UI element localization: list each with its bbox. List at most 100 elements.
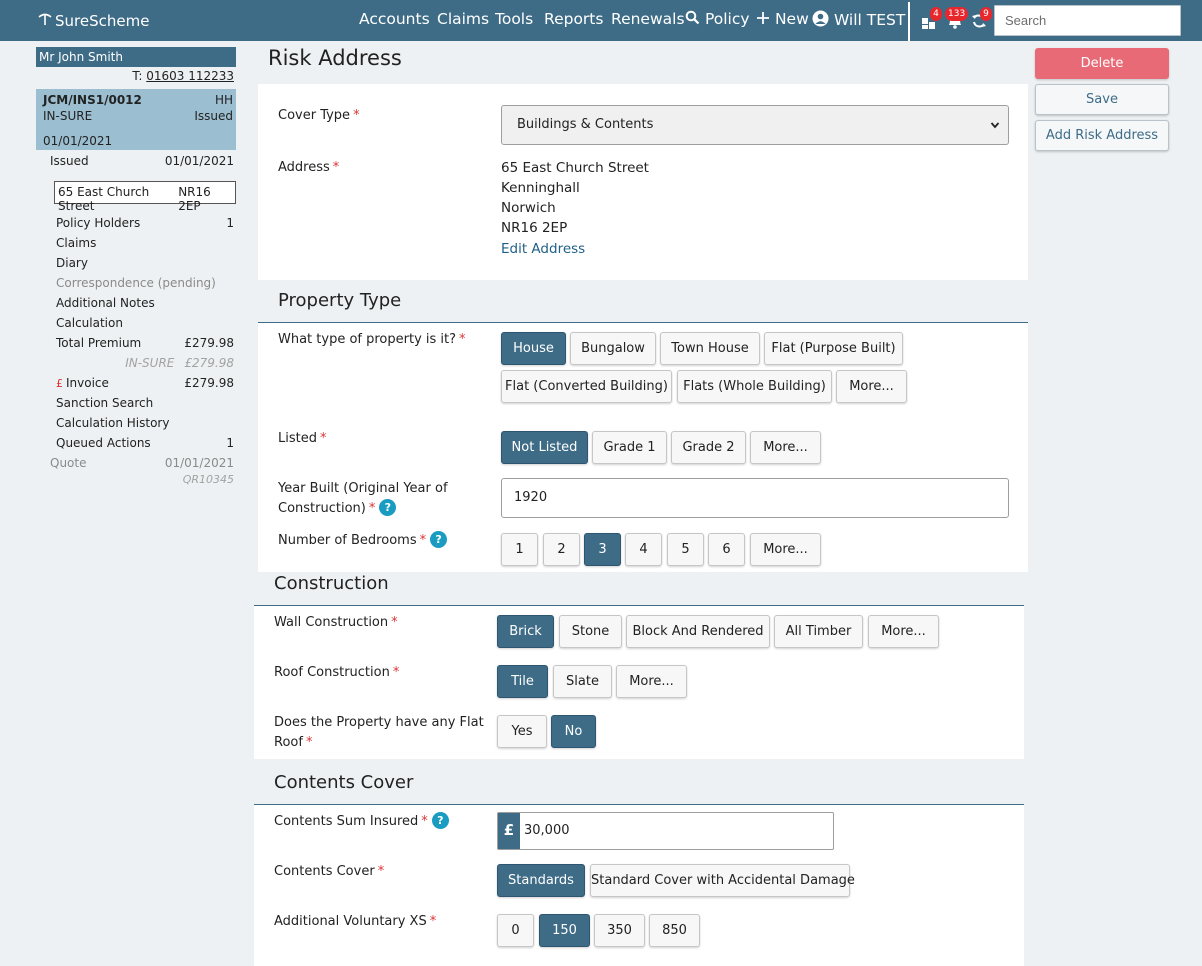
- sidebar-item-sanction-search[interactable]: Sanction Search: [56, 396, 234, 410]
- roof-slate-button[interactable]: Slate: [553, 665, 612, 698]
- nav-claims[interactable]: Claims: [437, 10, 489, 28]
- brand[interactable]: SureScheme: [38, 12, 149, 30]
- bedrooms-6-button[interactable]: 6: [708, 533, 745, 566]
- policy-insurer: IN-SURE: [43, 109, 93, 123]
- sidebar-quote-ref: QR10345: [56, 473, 234, 486]
- cover-type-value: Buildings & Contents: [517, 117, 654, 132]
- policy-summary-card[interactable]: JCM/INS1/0012 HH IN-SURE Issued 01/01/20…: [36, 89, 236, 150]
- search-input[interactable]: [994, 5, 1181, 36]
- flat-roof-yes-button[interactable]: Yes: [497, 715, 547, 748]
- address-line-1: 65 East Church Street: [501, 160, 649, 176]
- address-label: Address *: [278, 160, 340, 175]
- property-type-label: What type of property is it? *: [278, 332, 466, 347]
- sidebar-risk-address[interactable]: 65 East Church Street NR16 2EP: [54, 181, 236, 213]
- address-line-2: Kenninghall: [501, 180, 580, 196]
- wall-stone-button[interactable]: Stone: [559, 615, 622, 648]
- cover-accidental-damage-button[interactable]: Standard Cover with Accidental Damage: [590, 864, 855, 897]
- help-icon[interactable]: ?: [430, 531, 448, 548]
- nav-policy[interactable]: Policy: [685, 10, 750, 28]
- nav-renewals[interactable]: Renewals: [611, 10, 685, 28]
- contents-sum-label: Contents Sum Insured *?: [274, 812, 449, 832]
- telephone-number[interactable]: 01603 112233: [146, 69, 234, 83]
- sidebar-item-additional-notes[interactable]: Additional Notes: [56, 296, 234, 310]
- sidebar-item-queued-actions[interactable]: Queued Actions 1: [56, 436, 234, 450]
- bedrooms-3-button[interactable]: 3: [584, 533, 621, 566]
- wall-all-timber-button[interactable]: All Timber: [774, 615, 863, 648]
- sidebar-item-diary[interactable]: Diary: [56, 256, 234, 270]
- bedrooms-1-button[interactable]: 1: [501, 533, 538, 566]
- nav-user[interactable]: Will TEST: [812, 10, 905, 29]
- sidebar-item-value: 1: [226, 436, 234, 450]
- nav-user-label: Will TEST: [833, 11, 906, 29]
- nav-accounts[interactable]: Accounts: [359, 10, 430, 28]
- year-built-label: Year Built (Original Year of Constructio…: [278, 481, 448, 516]
- sidebar-item-label: Invoice: [66, 376, 109, 390]
- wall-construction-label: Wall Construction *: [274, 615, 398, 630]
- property-flat-converted-button[interactable]: Flat (Converted Building): [501, 370, 672, 403]
- top-nav-bar: SureScheme Accounts Claims Tools Reports…: [0, 0, 1202, 41]
- roof-construction-label: Roof Construction *: [274, 665, 400, 680]
- quote-date: 01/01/2021: [164, 456, 234, 470]
- contents-sum-input[interactable]: £ 30,000: [497, 812, 834, 850]
- user-circle-icon: [812, 10, 829, 27]
- property-flat-purpose-button[interactable]: Flat (Purpose Built): [764, 332, 903, 365]
- sidebar-item-calculation-history[interactable]: Calculation History: [56, 416, 234, 430]
- bedrooms-4-button[interactable]: 4: [625, 533, 662, 566]
- bedrooms-label: Number of Bedrooms *?: [278, 531, 448, 551]
- edit-address-link[interactable]: Edit Address: [501, 241, 585, 257]
- bedrooms-2-button[interactable]: 2: [543, 533, 580, 566]
- help-icon[interactable]: ?: [431, 812, 449, 829]
- risk-postcode: NR16 2EP: [178, 185, 211, 213]
- sidebar-item-label: Calculation History: [56, 416, 170, 430]
- insurer-premium: £279.98: [184, 356, 234, 370]
- property-townhouse-button[interactable]: Town House: [660, 332, 760, 365]
- sidebar-item-policy-holders[interactable]: Policy Holders 1: [56, 216, 234, 230]
- sidebar-item-label: Claims: [56, 236, 97, 250]
- sidebar-item-label: Queued Actions: [56, 436, 151, 450]
- add-risk-address-button[interactable]: Add Risk Address: [1035, 120, 1169, 151]
- delete-button[interactable]: Delete: [1035, 48, 1169, 79]
- policy-date: 01/01/2021: [43, 134, 113, 148]
- save-button[interactable]: Save: [1035, 84, 1169, 115]
- sidebar-item-label: Calculation: [56, 316, 123, 330]
- wall-more-button[interactable]: More...: [868, 615, 939, 648]
- issued-date: 01/01/2021: [164, 154, 234, 168]
- sidebar-item-invoice[interactable]: £ Invoice £279.98: [56, 376, 234, 390]
- listed-grade2-button[interactable]: Grade 2: [671, 431, 746, 464]
- nav-new[interactable]: New: [756, 10, 809, 28]
- client-name[interactable]: Mr John Smith: [36, 47, 236, 67]
- xs-350-button[interactable]: 350: [594, 914, 645, 947]
- wall-brick-button[interactable]: Brick: [497, 615, 554, 648]
- sidebar-item-calculation[interactable]: Calculation: [56, 316, 234, 330]
- year-built-input[interactable]: 1920: [501, 478, 1009, 518]
- plus-icon: [757, 12, 769, 24]
- listed-more-button[interactable]: More...: [750, 431, 821, 464]
- listed-not-listed-button[interactable]: Not Listed: [501, 431, 588, 464]
- xs-150-button[interactable]: 150: [539, 914, 590, 947]
- bedrooms-5-button[interactable]: 5: [667, 533, 704, 566]
- help-icon[interactable]: ?: [379, 499, 397, 516]
- contents-cover-label: Contents Cover *: [274, 864, 385, 879]
- property-bungalow-button[interactable]: Bungalow: [570, 332, 656, 365]
- contents-cover-heading: Contents Cover: [274, 772, 414, 793]
- property-more-button[interactable]: More...: [836, 370, 907, 403]
- property-flats-whole-button[interactable]: Flats (Whole Building): [677, 370, 832, 403]
- roof-more-button[interactable]: More...: [616, 665, 687, 698]
- cover-type-select[interactable]: Buildings & Contents: [501, 105, 1009, 145]
- cover-standards-button[interactable]: Standards: [497, 864, 585, 897]
- xs-0-button[interactable]: 0: [497, 914, 534, 947]
- quote-label: Quote: [50, 456, 87, 470]
- property-house-button[interactable]: House: [501, 332, 566, 365]
- sidebar-item-total-premium[interactable]: Total Premium £279.98: [56, 336, 234, 350]
- xs-850-button[interactable]: 850: [649, 914, 700, 947]
- listed-grade1-button[interactable]: Grade 1: [592, 431, 667, 464]
- roof-tile-button[interactable]: Tile: [497, 665, 548, 698]
- nav-reports[interactable]: Reports: [544, 10, 603, 28]
- sidebar-item-claims[interactable]: Claims: [56, 236, 234, 250]
- wall-block-rendered-button[interactable]: Block And Rendered: [626, 615, 770, 648]
- sidebar-item-correspondence[interactable]: Correspondence (pending): [56, 276, 234, 290]
- flat-roof-no-button[interactable]: No: [551, 715, 596, 748]
- nav-tools[interactable]: Tools: [495, 10, 533, 28]
- sidebar-item-quote[interactable]: Quote 01/01/2021: [50, 456, 234, 470]
- bedrooms-more-button[interactable]: More...: [750, 533, 821, 566]
